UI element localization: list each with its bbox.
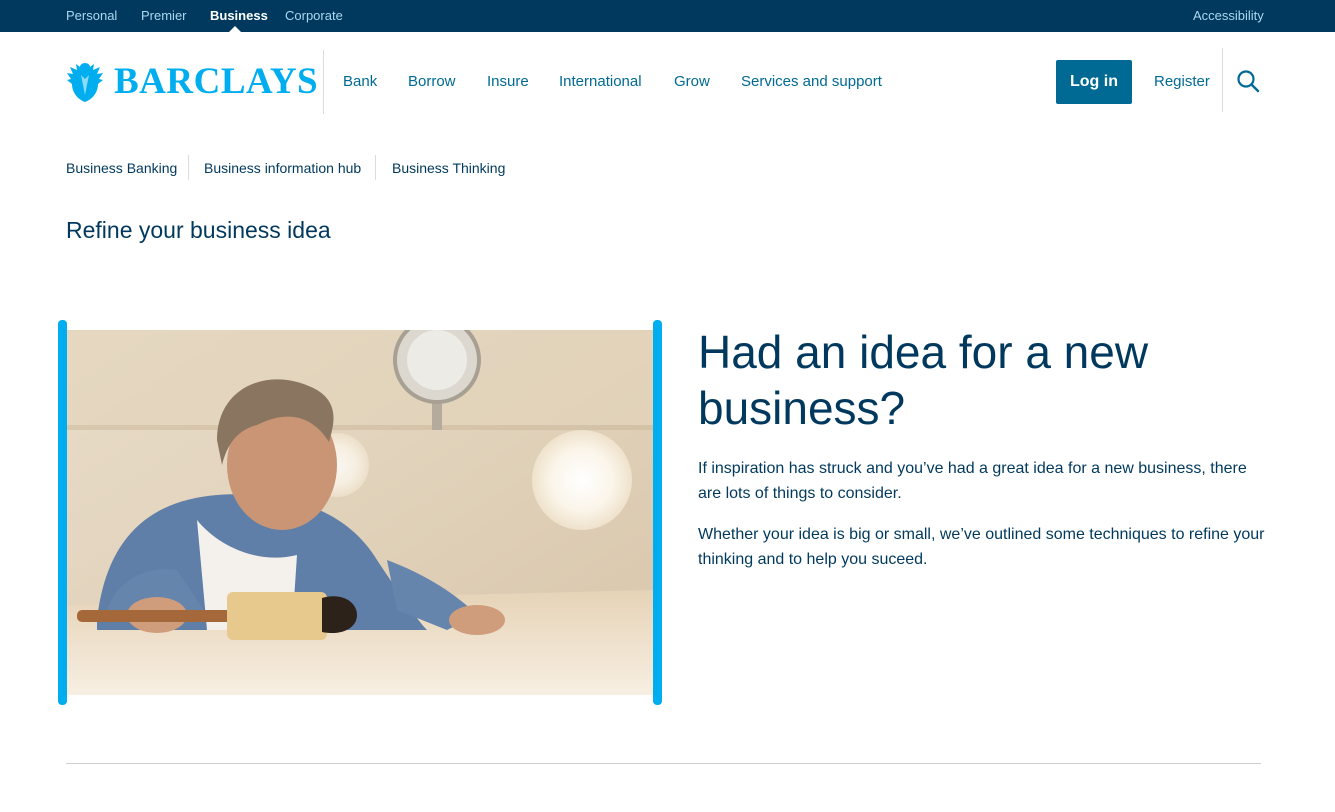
nav-borrow[interactable]: Borrow — [408, 72, 456, 92]
hero-accent-left — [58, 320, 67, 705]
nav-services-and-support[interactable]: Services and support — [741, 72, 882, 92]
nav-grow[interactable]: Grow — [674, 72, 710, 92]
nav-insure[interactable]: Insure — [487, 72, 529, 92]
hero-paragraph-2: Whether your idea is big or small, we’ve… — [698, 526, 1265, 568]
segment-bar: Personal Premier Business Corporate Acce… — [0, 0, 1335, 32]
subnav-business-thinking[interactable]: Business Thinking — [392, 159, 505, 177]
nav-international[interactable]: International — [559, 72, 642, 92]
subnav-business-banking[interactable]: Business Banking — [66, 159, 177, 177]
hero-heading: Had an idea for a new business? — [698, 326, 1149, 434]
register-link[interactable]: Register — [1154, 73, 1210, 90]
section-divider — [66, 763, 1261, 764]
subnav-divider — [188, 155, 189, 180]
log-in-button[interactable]: Log in — [1056, 60, 1132, 104]
nav-bank[interactable]: Bank — [343, 72, 377, 92]
subnav-business-information-hub[interactable]: Business information hub — [204, 159, 361, 177]
accessibility-link[interactable]: Accessibility — [1193, 0, 1264, 32]
brand-name: BARCLAYS — [114, 61, 319, 102]
hero-image — [67, 330, 653, 695]
active-segment-caret — [229, 26, 241, 32]
eagle-icon — [67, 63, 103, 102]
search-icon[interactable] — [1236, 69, 1260, 93]
segment-premier[interactable]: Premier — [141, 0, 187, 32]
barclays-logo[interactable]: BARCLAYS — [66, 60, 318, 104]
page-title: Refine your business idea — [66, 217, 331, 243]
segment-personal[interactable]: Personal — [66, 0, 117, 32]
hero-paragraph-1: If inspiration has struck and you’ve had… — [698, 460, 1247, 502]
hero-accent-right — [653, 320, 662, 705]
search-divider — [1222, 48, 1223, 112]
segment-corporate[interactable]: Corporate — [285, 0, 343, 32]
header-divider — [323, 50, 324, 114]
subnav-divider — [375, 155, 376, 180]
